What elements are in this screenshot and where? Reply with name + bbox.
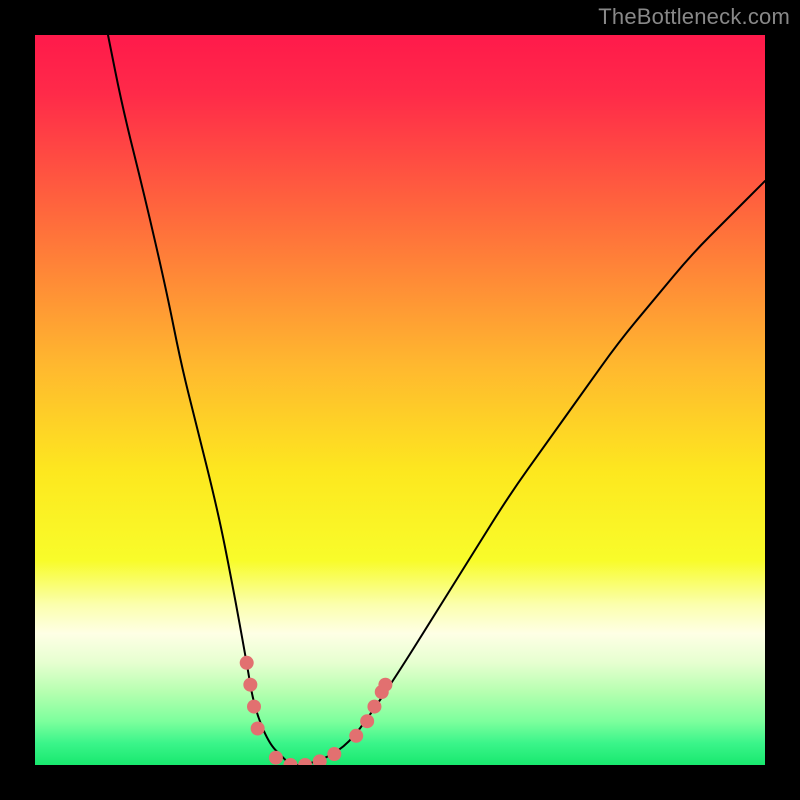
curve-marker [378, 678, 392, 692]
curve-marker [360, 714, 374, 728]
curve-marker [269, 751, 283, 765]
curve-markers [240, 656, 393, 765]
curve-marker [240, 656, 254, 670]
curve-marker [367, 700, 381, 714]
chart-svg [35, 35, 765, 765]
curve-marker [243, 678, 257, 692]
plot-area [35, 35, 765, 765]
curve-marker [327, 747, 341, 761]
chart-frame: TheBottleneck.com [0, 0, 800, 800]
curve-marker [313, 754, 327, 765]
bottleneck-curve [108, 35, 765, 765]
curve-marker [251, 722, 265, 736]
watermark-text: TheBottleneck.com [598, 4, 790, 30]
curve-marker [349, 729, 363, 743]
curve-marker [298, 758, 312, 765]
curve-marker [247, 700, 261, 714]
